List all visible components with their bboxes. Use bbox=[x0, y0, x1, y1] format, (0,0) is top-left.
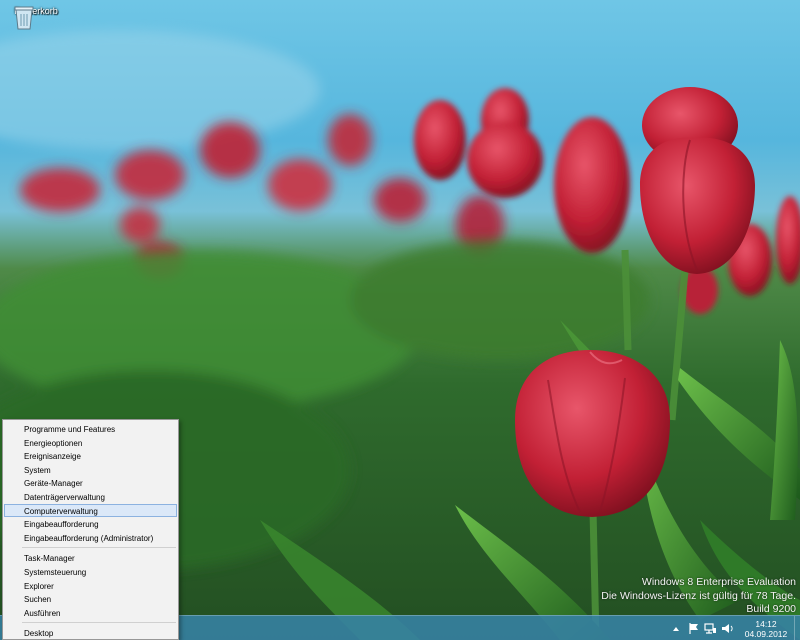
recycle-bin-shortcut[interactable]: Papierkorb bbox=[12, 4, 60, 30]
show-desktop-button[interactable] bbox=[794, 616, 800, 640]
menu-separator bbox=[22, 547, 176, 549]
recycle-bin-icon bbox=[14, 6, 34, 30]
menu-item-task-manager[interactable]: Task-Manager bbox=[4, 551, 177, 565]
system-tray: 14:12 04.09.2012 bbox=[671, 616, 800, 640]
watermark-edition: Windows 8 Enterprise Evaluation bbox=[641, 576, 796, 588]
menu-separator bbox=[22, 622, 176, 624]
menu-item-search[interactable]: Suchen bbox=[4, 592, 177, 606]
menu-item-desktop[interactable]: Desktop bbox=[4, 626, 177, 640]
menu-item-computer-management[interactable]: Computerverwaltung bbox=[4, 503, 177, 518]
menu-item-control-panel[interactable]: Systemsteuerung bbox=[4, 565, 177, 579]
clock-time: 14:12 bbox=[755, 618, 777, 629]
watermark-license: Die Windows-Lizenz ist gültig für 78 Tag… bbox=[601, 589, 796, 602]
menu-item-run[interactable]: Ausführen bbox=[4, 606, 177, 620]
power-user-menu: Programme und Features Energieoptionen E… bbox=[2, 419, 179, 640]
menu-item-event-viewer[interactable]: Ereignisanzeige bbox=[4, 449, 177, 463]
menu-item-system[interactable]: System bbox=[4, 463, 177, 477]
evaluation-watermark: Windows 8 Enterprise Evaluation Die Wind… bbox=[601, 576, 796, 617]
menu-item-command-prompt[interactable]: Eingabeaufforderung bbox=[4, 517, 177, 531]
menu-item-programs-features[interactable]: Programme und Features bbox=[4, 422, 177, 436]
menu-item-disk-management[interactable]: Datenträgerverwaltung bbox=[4, 490, 177, 504]
menu-item-command-prompt-admin[interactable]: Eingabeaufforderung (Administrator) bbox=[4, 531, 177, 545]
menu-item-power-options[interactable]: Energieoptionen bbox=[4, 436, 177, 450]
clock-date: 04.09.2012 bbox=[744, 628, 788, 639]
flag-icon[interactable] bbox=[687, 622, 700, 635]
menu-item-explorer[interactable]: Explorer bbox=[4, 579, 177, 593]
menu-item-device-manager[interactable]: Geräte-Manager bbox=[4, 476, 177, 490]
taskbar-clock[interactable]: 14:12 04.09.2012 bbox=[740, 619, 792, 639]
network-icon[interactable] bbox=[704, 622, 717, 635]
chevron-up-icon[interactable] bbox=[671, 624, 681, 634]
volume-icon[interactable] bbox=[721, 622, 734, 635]
